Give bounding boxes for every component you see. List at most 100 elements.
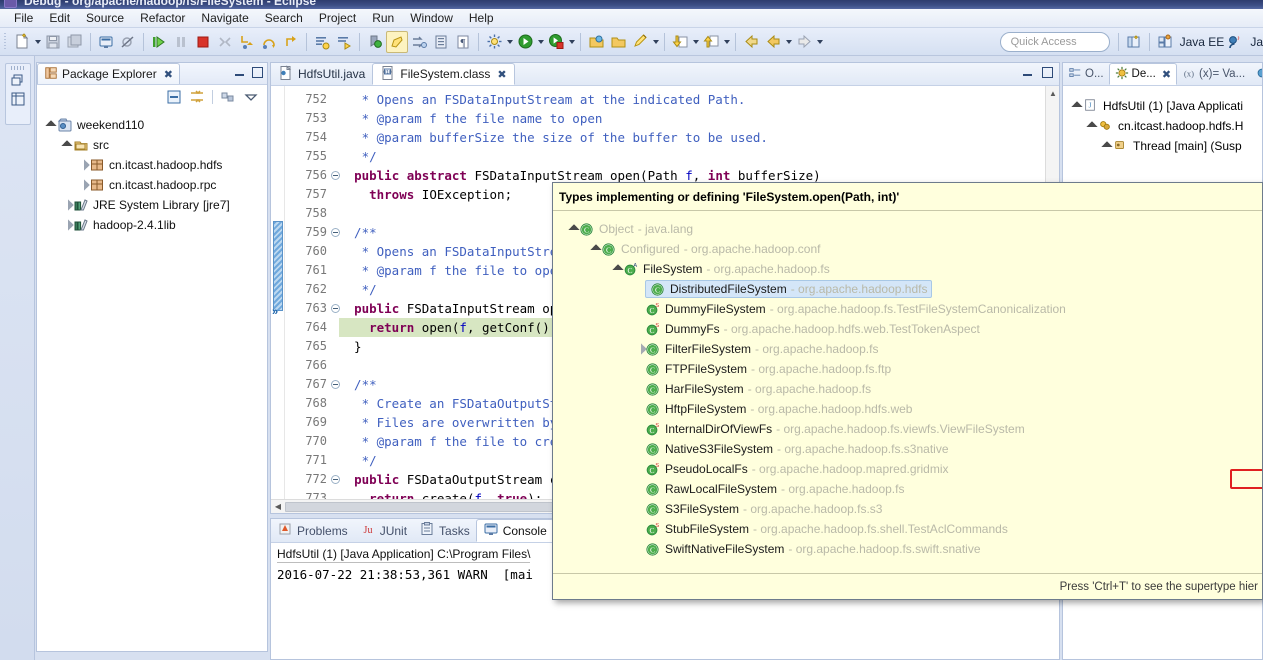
menu-navigate[interactable]: Navigate <box>193 10 256 26</box>
popup-type-item[interactable]: C Object - java.lang <box>553 219 1262 239</box>
debug-run-dropdown[interactable] <box>567 31 576 53</box>
step-into-button[interactable] <box>236 31 258 53</box>
step-return-button[interactable] <box>280 31 302 53</box>
previous-annotation-button[interactable] <box>700 31 722 53</box>
forward-button[interactable] <box>793 31 815 53</box>
twisty-collapsed-icon[interactable] <box>75 158 89 172</box>
twisty-collapsed-icon[interactable] <box>75 178 89 192</box>
annotate-dropdown[interactable] <box>651 31 660 53</box>
debug-tree-item[interactable]: Thread [main] (Susp <box>1063 136 1262 156</box>
back-dropdown[interactable] <box>784 31 793 53</box>
save-all-button[interactable] <box>64 31 86 53</box>
popup-type-item[interactable]: C RawLocalFileSystem - org.apache.hadoop.f… <box>553 479 1262 499</box>
twisty-expanded-icon[interactable] <box>59 138 73 152</box>
previous-annotation-dropdown[interactable] <box>722 31 731 53</box>
console-tab[interactable]: Tasks <box>413 519 476 542</box>
collapse-all-icon[interactable] <box>166 89 182 105</box>
quick-access-input[interactable]: Quick Access <box>999 31 1110 52</box>
open-task-button[interactable] <box>607 31 629 53</box>
run-button[interactable] <box>514 31 536 53</box>
twisty-collapsed-icon[interactable] <box>59 218 73 232</box>
tree-item[interactable]: JRE System Library [jre7] <box>37 195 267 215</box>
run-dropdown[interactable] <box>536 31 545 53</box>
debug-tree-item[interactable]: J HdfsUtil (1) [Java Applicati <box>1063 96 1262 116</box>
save-button[interactable] <box>42 31 64 53</box>
new-wizard-button[interactable] <box>11 31 33 53</box>
console-tab[interactable]: Console <box>475 519 554 542</box>
link-with-editor-icon[interactable] <box>189 89 205 105</box>
perspective-java-ee-label[interactable]: Java EE <box>1180 35 1225 49</box>
tab-package-explorer[interactable]: Package Explorer ✖ <box>37 63 180 84</box>
back-button[interactable] <box>740 31 762 53</box>
resume-button[interactable] <box>148 31 170 53</box>
twisty-expanded-icon[interactable] <box>589 243 601 255</box>
menu-window[interactable]: Window <box>402 10 461 26</box>
back-history-button[interactable] <box>762 31 784 53</box>
twisty-expanded-icon[interactable] <box>611 263 623 275</box>
editor-tab[interactable]: HdfsUtil.java <box>271 63 372 85</box>
terminate-button[interactable] <box>192 31 214 53</box>
package-explorer-fastview-icon[interactable] <box>10 91 26 107</box>
console-tab[interactable]: Ju JUnit <box>354 519 413 542</box>
tree-item[interactable]: weekend110 <box>37 115 267 135</box>
suspend-button[interactable] <box>170 31 192 53</box>
popup-type-item[interactable]: C SwiftNativeFileSystem - org.apache.hadoo… <box>553 539 1262 559</box>
minimize-view-button[interactable] <box>234 67 245 78</box>
twisty-collapsed-icon[interactable] <box>633 343 645 355</box>
popup-type-item[interactable]: C FilterFileSystem - org.apache.hadoop.fs <box>553 339 1262 359</box>
debug-run-button[interactable] <box>545 31 567 53</box>
quick-type-hierarchy-popup[interactable]: Types implementing or defining 'FileSyst… <box>552 182 1263 600</box>
perspective-java-label[interactable]: Ja <box>1250 35 1263 49</box>
maximize-view-button[interactable] <box>252 67 263 78</box>
restore-view-icon[interactable] <box>10 73 26 89</box>
tree-item[interactable]: src <box>37 135 267 155</box>
view-arrow-icon[interactable] <box>243 89 259 105</box>
popup-type-item[interactable]: C A FileSystem - org.apache.hadoop.fs <box>553 259 1262 279</box>
popup-type-item[interactable]: C FTPFileSystem - org.apache.hadoop.fs.ftp <box>553 359 1262 379</box>
twisty-expanded-icon[interactable] <box>43 118 57 132</box>
fast-view-grip[interactable] <box>11 66 25 70</box>
skip-breakpoints-button[interactable] <box>117 31 139 53</box>
menu-project[interactable]: Project <box>311 10 364 26</box>
menu-search[interactable]: Search <box>257 10 311 26</box>
popup-type-item[interactable]: C S DummyFileSystem - org.apache.hadoop.fs.… <box>553 299 1262 319</box>
console-tab[interactable]: Problems <box>271 519 354 542</box>
popup-type-item[interactable]: C HftpFileSystem - org.apache.hadoop.hdfs.… <box>553 399 1262 419</box>
external-tools-button[interactable] <box>430 31 452 53</box>
tree-item[interactable]: cn.itcast.hadoop.rpc <box>37 175 267 195</box>
close-icon[interactable]: ✖ <box>497 68 506 81</box>
tree-item[interactable]: hadoop-2.4.1lib <box>37 215 267 235</box>
open-perspective-button[interactable] <box>1123 31 1145 53</box>
popup-type-item[interactable]: C S3FileSystem - org.apache.hadoop.fs.s3 <box>553 499 1262 519</box>
scroll-up-icon[interactable]: ▲ <box>1046 86 1059 100</box>
right-view-tab[interactable]: O... <box>1063 63 1109 85</box>
right-view-tab[interactable] <box>1250 63 1262 85</box>
scroll-left-icon[interactable]: ◀ <box>271 502 285 511</box>
popup-type-item[interactable]: C HarFileSystem - org.apache.hadoop.fs <box>553 379 1262 399</box>
new-wizard-dropdown[interactable] <box>33 31 42 53</box>
menu-edit[interactable]: Edit <box>41 10 78 26</box>
editor-tab[interactable]: 010 FileSystem.class ✖ <box>372 63 515 85</box>
menu-source[interactable]: Source <box>78 10 132 26</box>
toolbar-grip[interactable] <box>3 32 9 51</box>
view-menu-icon[interactable] <box>220 89 236 105</box>
annotation-ruler[interactable]: » <box>271 86 285 499</box>
next-annotation-button[interactable] <box>669 31 691 53</box>
popup-type-item[interactable]: C S PseudoLocalFs - org.apache.hadoop.mapre… <box>553 459 1262 479</box>
popup-type-item[interactable]: C S InternalDirOfViewFs - org.apache.hadoop… <box>553 419 1262 439</box>
minimize-editor-button[interactable] <box>1022 67 1033 78</box>
twisty-collapsed-icon[interactable] <box>59 198 73 212</box>
next-annotation-dropdown[interactable] <box>691 31 700 53</box>
toggle-breakpoint-button[interactable] <box>364 31 386 53</box>
popup-type-item[interactable]: C NativeS3FileSystem - org.apache.hadoop.f… <box>553 439 1262 459</box>
debug-tree-item[interactable]: cn.itcast.hadoop.hdfs.H <box>1063 116 1262 136</box>
menu-file[interactable]: File <box>6 10 41 26</box>
maximize-editor-button[interactable] <box>1042 67 1053 78</box>
annotate-button[interactable] <box>629 31 651 53</box>
menu-refactor[interactable]: Refactor <box>132 10 193 26</box>
forward-dropdown[interactable] <box>815 31 824 53</box>
link-debug-button[interactable] <box>408 31 430 53</box>
search-button[interactable] <box>483 31 505 53</box>
right-view-tab[interactable]: (x) (x)= Va... <box>1177 63 1250 85</box>
menu-help[interactable]: Help <box>461 10 502 26</box>
